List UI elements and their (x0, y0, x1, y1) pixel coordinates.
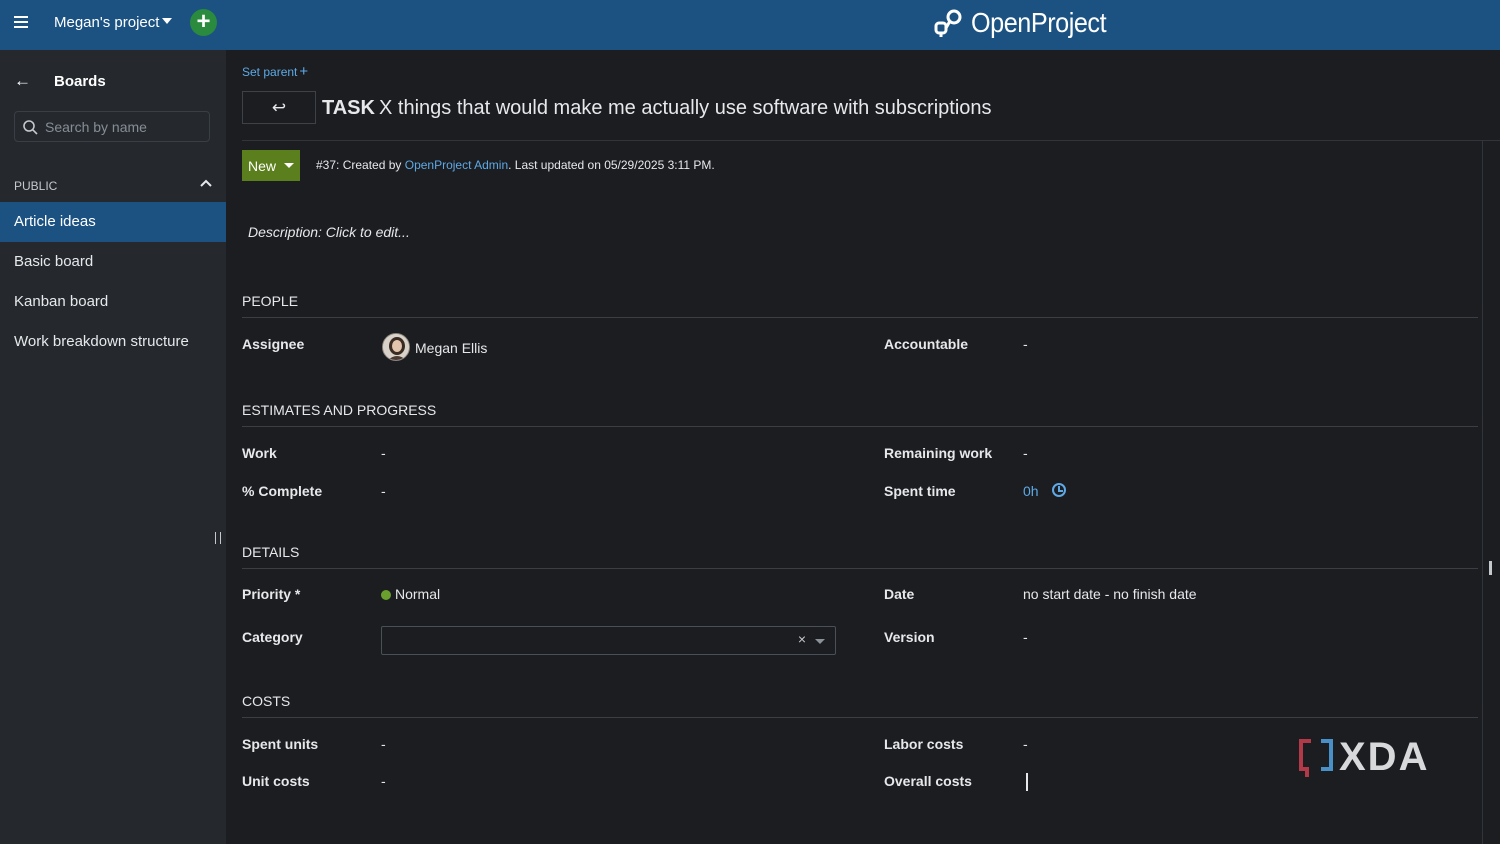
sidebar-item-basic-board[interactable]: Basic board (0, 242, 226, 282)
remaining-work-value[interactable]: - (1023, 445, 1028, 461)
chevron-up-icon (200, 179, 212, 187)
accountable-value[interactable]: - (1023, 336, 1028, 352)
category-select[interactable]: × (381, 626, 836, 655)
work-package-meta: #37: Created by OpenProject Admin. Last … (316, 158, 715, 172)
percent-complete-value[interactable]: - (381, 483, 386, 499)
sidebar-item-article-ideas[interactable]: Article ideas (0, 202, 226, 242)
arrow-left-icon: ↩ (271, 98, 287, 117)
remaining-work-label: Remaining work (884, 445, 993, 461)
unit-costs-label: Unit costs (242, 773, 310, 789)
accountable-label: Accountable (884, 336, 969, 352)
version-value[interactable]: - (1023, 629, 1028, 645)
overall-costs-label: Overall costs (884, 773, 972, 789)
version-label: Version (884, 629, 935, 645)
project-selector[interactable]: Megan's project (54, 14, 173, 31)
date-value[interactable]: no start date - no finish date (1023, 586, 1197, 602)
status-label: New (248, 158, 277, 174)
details-section-title: DETAILS (242, 544, 300, 560)
search-input[interactable] (45, 117, 205, 137)
spent-units-value[interactable]: - (381, 736, 386, 752)
back-to-boards-link[interactable]: ← Boards (14, 71, 214, 91)
labor-costs-value[interactable]: - (1023, 736, 1028, 752)
work-label: Work (242, 445, 277, 461)
clock-icon[interactable] (1052, 483, 1066, 497)
header-divider (242, 140, 1500, 141)
back-button[interactable]: ↩ (242, 91, 316, 124)
section-divider (242, 317, 1478, 318)
set-parent-link[interactable]: Set parent + (242, 63, 308, 80)
sidebar-item-kanban-board[interactable]: Kanban board (0, 282, 226, 322)
logo-text: OpenProject (971, 7, 1107, 38)
unit-costs-value[interactable]: - (381, 773, 386, 789)
sidebar-resize-handle[interactable] (215, 532, 221, 544)
openproject-logo-icon (934, 9, 962, 37)
description-field[interactable]: Description: Click to edit... (248, 224, 410, 240)
sidebar-item-work-breakdown-structure[interactable]: Work breakdown structure (0, 322, 226, 362)
top-bar: Megan's project + OpenProject (0, 0, 1500, 50)
watermark-text: XDA (1339, 735, 1430, 779)
project-name: Megan's project (54, 14, 160, 31)
work-package-view: Set parent + ↩ TASK X things that would m… (226, 50, 1500, 844)
work-package-type[interactable]: TASK (322, 97, 375, 120)
percent-complete-label: % Complete (242, 483, 323, 499)
labor-costs-label: Labor costs (884, 736, 964, 752)
section-divider (242, 717, 1478, 718)
split-resize-handle[interactable] (1489, 561, 1492, 575)
priority-value[interactable]: Normal (381, 586, 440, 602)
people-section-title: PEOPLE (242, 293, 299, 309)
costs-section-title: COSTS (242, 693, 291, 709)
work-package-subject[interactable]: X things that would make me actually use… (379, 97, 992, 120)
public-section-label: PUBLIC (14, 179, 58, 193)
meta-prefix: #37: Created by (316, 158, 405, 172)
section-divider (242, 568, 1478, 569)
search-field[interactable] (14, 111, 210, 142)
assignee-value[interactable]: Megan Ellis (415, 340, 487, 356)
xda-logo-icon (1299, 739, 1333, 777)
menu-icon[interactable] (14, 16, 28, 28)
spent-time-label: Spent time (884, 483, 956, 499)
sidebar: ← Boards PUBLIC Article ideas Basic boar… (0, 50, 226, 844)
author-link[interactable]: OpenProject Admin (405, 158, 508, 172)
clear-icon[interactable]: × (798, 631, 806, 647)
mouse-cursor (1026, 773, 1028, 791)
section-divider (242, 426, 1478, 427)
category-label: Category (242, 629, 303, 645)
priority-label: Priority * (242, 586, 301, 602)
public-section-toggle[interactable]: PUBLIC (14, 179, 212, 193)
priority-text: Normal (395, 586, 441, 602)
meta-suffix: . Last updated on 05/29/2025 3:11 PM. (508, 158, 715, 172)
avatar (382, 333, 410, 361)
set-parent-label: Set parent (242, 65, 298, 79)
assignee-label: Assignee (242, 336, 305, 352)
arrow-left-icon: ← (14, 71, 31, 90)
caret-down-icon (284, 163, 294, 168)
date-label: Date (884, 586, 915, 602)
caret-down-icon[interactable] (815, 639, 825, 644)
plus-icon: + (299, 63, 309, 80)
create-new-button[interactable]: + (190, 9, 217, 36)
content-divider (1482, 140, 1483, 844)
openproject-logo[interactable]: OpenProject (932, 5, 1121, 41)
sidebar-title: Boards (54, 73, 106, 90)
priority-color-dot (381, 590, 391, 600)
spent-units-label: Spent units (242, 736, 319, 752)
caret-down-icon (162, 18, 173, 24)
search-icon (23, 120, 38, 135)
estimates-section-title: ESTIMATES AND PROGRESS (242, 402, 437, 418)
status-button[interactable]: New (242, 150, 300, 181)
xda-watermark: XDA (1299, 735, 1439, 779)
spent-time-value[interactable]: 0h (1023, 483, 1039, 499)
work-value[interactable]: - (381, 445, 386, 461)
